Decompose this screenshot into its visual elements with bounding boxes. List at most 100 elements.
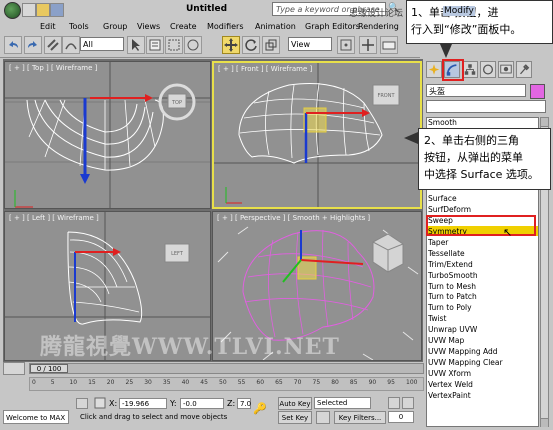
- menu-group[interactable]: Group: [103, 22, 127, 31]
- undo-icon[interactable]: [4, 36, 22, 54]
- current-frame-field[interactable]: 0: [388, 411, 414, 423]
- time-slider[interactable]: [29, 363, 424, 374]
- modifier-item-uvw-xform[interactable]: UVW Xform: [428, 369, 471, 378]
- menu-modifiers[interactable]: Modifiers: [207, 22, 244, 31]
- modifier-item-vertexpaint[interactable]: VertexPaint: [428, 391, 471, 400]
- callout-step-2-line-2: 按钮，从弹出的菜单: [424, 151, 523, 164]
- object-color-swatch[interactable]: [530, 84, 545, 99]
- menu-graph-editors[interactable]: Graph Editors: [305, 22, 360, 31]
- callout-step-1-line-2: 行入到“修改”面板中。: [411, 23, 522, 36]
- viewport-front[interactable]: FRONT [ + ] [ Front ] [ Wireframe ]: [212, 61, 422, 209]
- corner-text: 思缘设计论坛: [349, 9, 404, 19]
- rotate-icon[interactable]: [242, 36, 260, 54]
- go-to-start-icon[interactable]: [388, 397, 400, 409]
- lock-selection-icon[interactable]: [76, 398, 88, 409]
- track-tick-label: 50: [219, 379, 227, 386]
- menu-create[interactable]: Create: [170, 22, 197, 31]
- viewport-left-label[interactable]: [ + ] [ Left ] [ Wireframe ]: [9, 214, 99, 222]
- modifier-item-turn-to-poly[interactable]: Turn to Poly: [428, 303, 472, 312]
- motion-tab-icon[interactable]: [480, 61, 496, 78]
- link-icon[interactable]: [44, 36, 62, 54]
- modifier-item-tessellate[interactable]: Tessellate: [428, 249, 465, 258]
- modifier-list-dropdown[interactable]: [426, 100, 546, 113]
- menu-animation[interactable]: Animation: [255, 22, 296, 31]
- move-icon[interactable]: [222, 36, 240, 54]
- time-slider-thumb[interactable]: 0 / 100: [30, 364, 68, 373]
- track-tick-label: 25: [125, 379, 134, 386]
- scale-icon[interactable]: [262, 36, 280, 54]
- callout-step-1: 1、单击 按钮，进 行入到“修改”面板中。: [406, 0, 553, 44]
- viewport-front-label[interactable]: [ + ] [ Front ] [ Wireframe ]: [218, 65, 312, 73]
- callout-step-2-arrow: [404, 132, 418, 144]
- key-filters-button[interactable]: Key Filters...: [334, 411, 386, 424]
- modifier-item-turn-to-patch[interactable]: Turn to Patch: [428, 292, 477, 301]
- modifier-item-unwrap-uvw[interactable]: Unwrap UVW: [428, 325, 477, 334]
- x-label: X:: [109, 399, 118, 408]
- track-tick-label: 85: [349, 379, 358, 386]
- track-tick-label: 35: [162, 379, 171, 386]
- scroll-up-icon[interactable]: [541, 118, 548, 127]
- absolute-mode-icon[interactable]: [94, 397, 106, 409]
- key-icon[interactable]: 🔑: [253, 402, 267, 415]
- set-key-filter-icon[interactable]: [316, 411, 330, 424]
- menu-edit[interactable]: Edit: [40, 22, 56, 31]
- track-tick-label: 95: [387, 379, 395, 386]
- set-key-button[interactable]: Set Key: [278, 411, 312, 424]
- auto-key-button[interactable]: Auto Key: [278, 397, 312, 410]
- modifier-item-surfdeform[interactable]: SurfDeform: [428, 205, 471, 214]
- callout-step-2-line-3: 中选择 Surface 选项。: [424, 168, 539, 181]
- reference-coordinate-dropdown[interactable]: View: [288, 37, 332, 51]
- modifier-item-surface[interactable]: Surface: [428, 194, 457, 203]
- modifier-item-turn-to-mesh[interactable]: Turn to Mesh: [428, 282, 476, 291]
- viewcube-front-label: FRONT: [377, 93, 395, 99]
- x-coordinate-field[interactable]: -19.966: [119, 398, 167, 409]
- window-crossing-icon[interactable]: [184, 36, 202, 54]
- maxscript-listener[interactable]: Welcome to MAX: [3, 410, 69, 424]
- hierarchy-tab-icon[interactable]: [462, 61, 478, 78]
- select-and-manipulate-icon[interactable]: [359, 36, 377, 54]
- selection-filter-dropdown[interactable]: All: [80, 37, 124, 51]
- redo-icon[interactable]: [24, 36, 42, 54]
- callout-modify-word: Modify: [443, 6, 475, 16]
- y-coordinate-field[interactable]: -0.0: [180, 398, 224, 409]
- viewport-top[interactable]: TOP [ + ] [ Top ] [ Wireframe ]: [4, 61, 211, 209]
- viewport-perspective-label[interactable]: [ + ] [ Perspective ] [ Smooth + Highlig…: [217, 214, 370, 222]
- pivot-center-icon[interactable]: [337, 36, 355, 54]
- key-mode-dropdown[interactable]: Selected: [314, 397, 371, 409]
- modifier-item-uvw-mapping-add[interactable]: UVW Mapping Add: [428, 347, 498, 356]
- modifier-item-taper[interactable]: Taper: [428, 238, 448, 247]
- menu-views[interactable]: Views: [137, 22, 160, 31]
- z-coordinate-field[interactable]: 7.0: [237, 398, 251, 409]
- save-file-icon[interactable]: [50, 3, 64, 17]
- rect-selection-icon[interactable]: [165, 36, 183, 54]
- modifier-item-trim-extend[interactable]: Trim/Extend: [428, 260, 473, 269]
- track-tick-label: 5: [50, 379, 55, 386]
- bind-space-warp-icon[interactable]: [62, 36, 80, 54]
- window-title: Untitled: [186, 4, 228, 14]
- track-tick-label: 40: [181, 379, 190, 386]
- open-file-icon[interactable]: [36, 3, 50, 17]
- modifier-item-smooth[interactable]: Smooth: [428, 118, 457, 127]
- previous-frame-icon[interactable]: [402, 397, 414, 409]
- modifier-item-uvw-map[interactable]: UVW Map: [428, 336, 464, 345]
- menu-rendering[interactable]: Rendering: [358, 22, 399, 31]
- display-tab-icon[interactable]: [498, 61, 514, 78]
- viewport-top-label[interactable]: [ + ] [ Top ] [ Wireframe ]: [9, 64, 97, 72]
- modifier-item-twist[interactable]: Twist: [428, 314, 446, 323]
- select-object-icon[interactable]: [127, 36, 145, 54]
- menu-tools[interactable]: Tools: [69, 22, 89, 31]
- select-by-name-icon[interactable]: [146, 36, 164, 54]
- object-name-field[interactable]: 头盔: [426, 84, 526, 97]
- modifier-item-turbosmooth[interactable]: TurboSmooth: [428, 271, 478, 280]
- keyboard-shortcut-icon[interactable]: [380, 36, 398, 54]
- scroll-down-icon[interactable]: [541, 418, 548, 427]
- modifier-item-uvw-mapping-clear[interactable]: UVW Mapping Clear: [428, 358, 503, 367]
- track-tick-label: 45: [200, 379, 208, 386]
- utilities-tab-icon[interactable]: [516, 61, 532, 78]
- create-tab-icon[interactable]: [426, 61, 442, 78]
- app-logo-icon[interactable]: [4, 2, 21, 19]
- new-file-icon[interactable]: [22, 3, 36, 17]
- surface-highlight-box: [426, 215, 536, 236]
- mini-curve-editor-icon[interactable]: [3, 362, 25, 375]
- modifier-item-vertex-weld[interactable]: Vertex Weld: [428, 380, 473, 389]
